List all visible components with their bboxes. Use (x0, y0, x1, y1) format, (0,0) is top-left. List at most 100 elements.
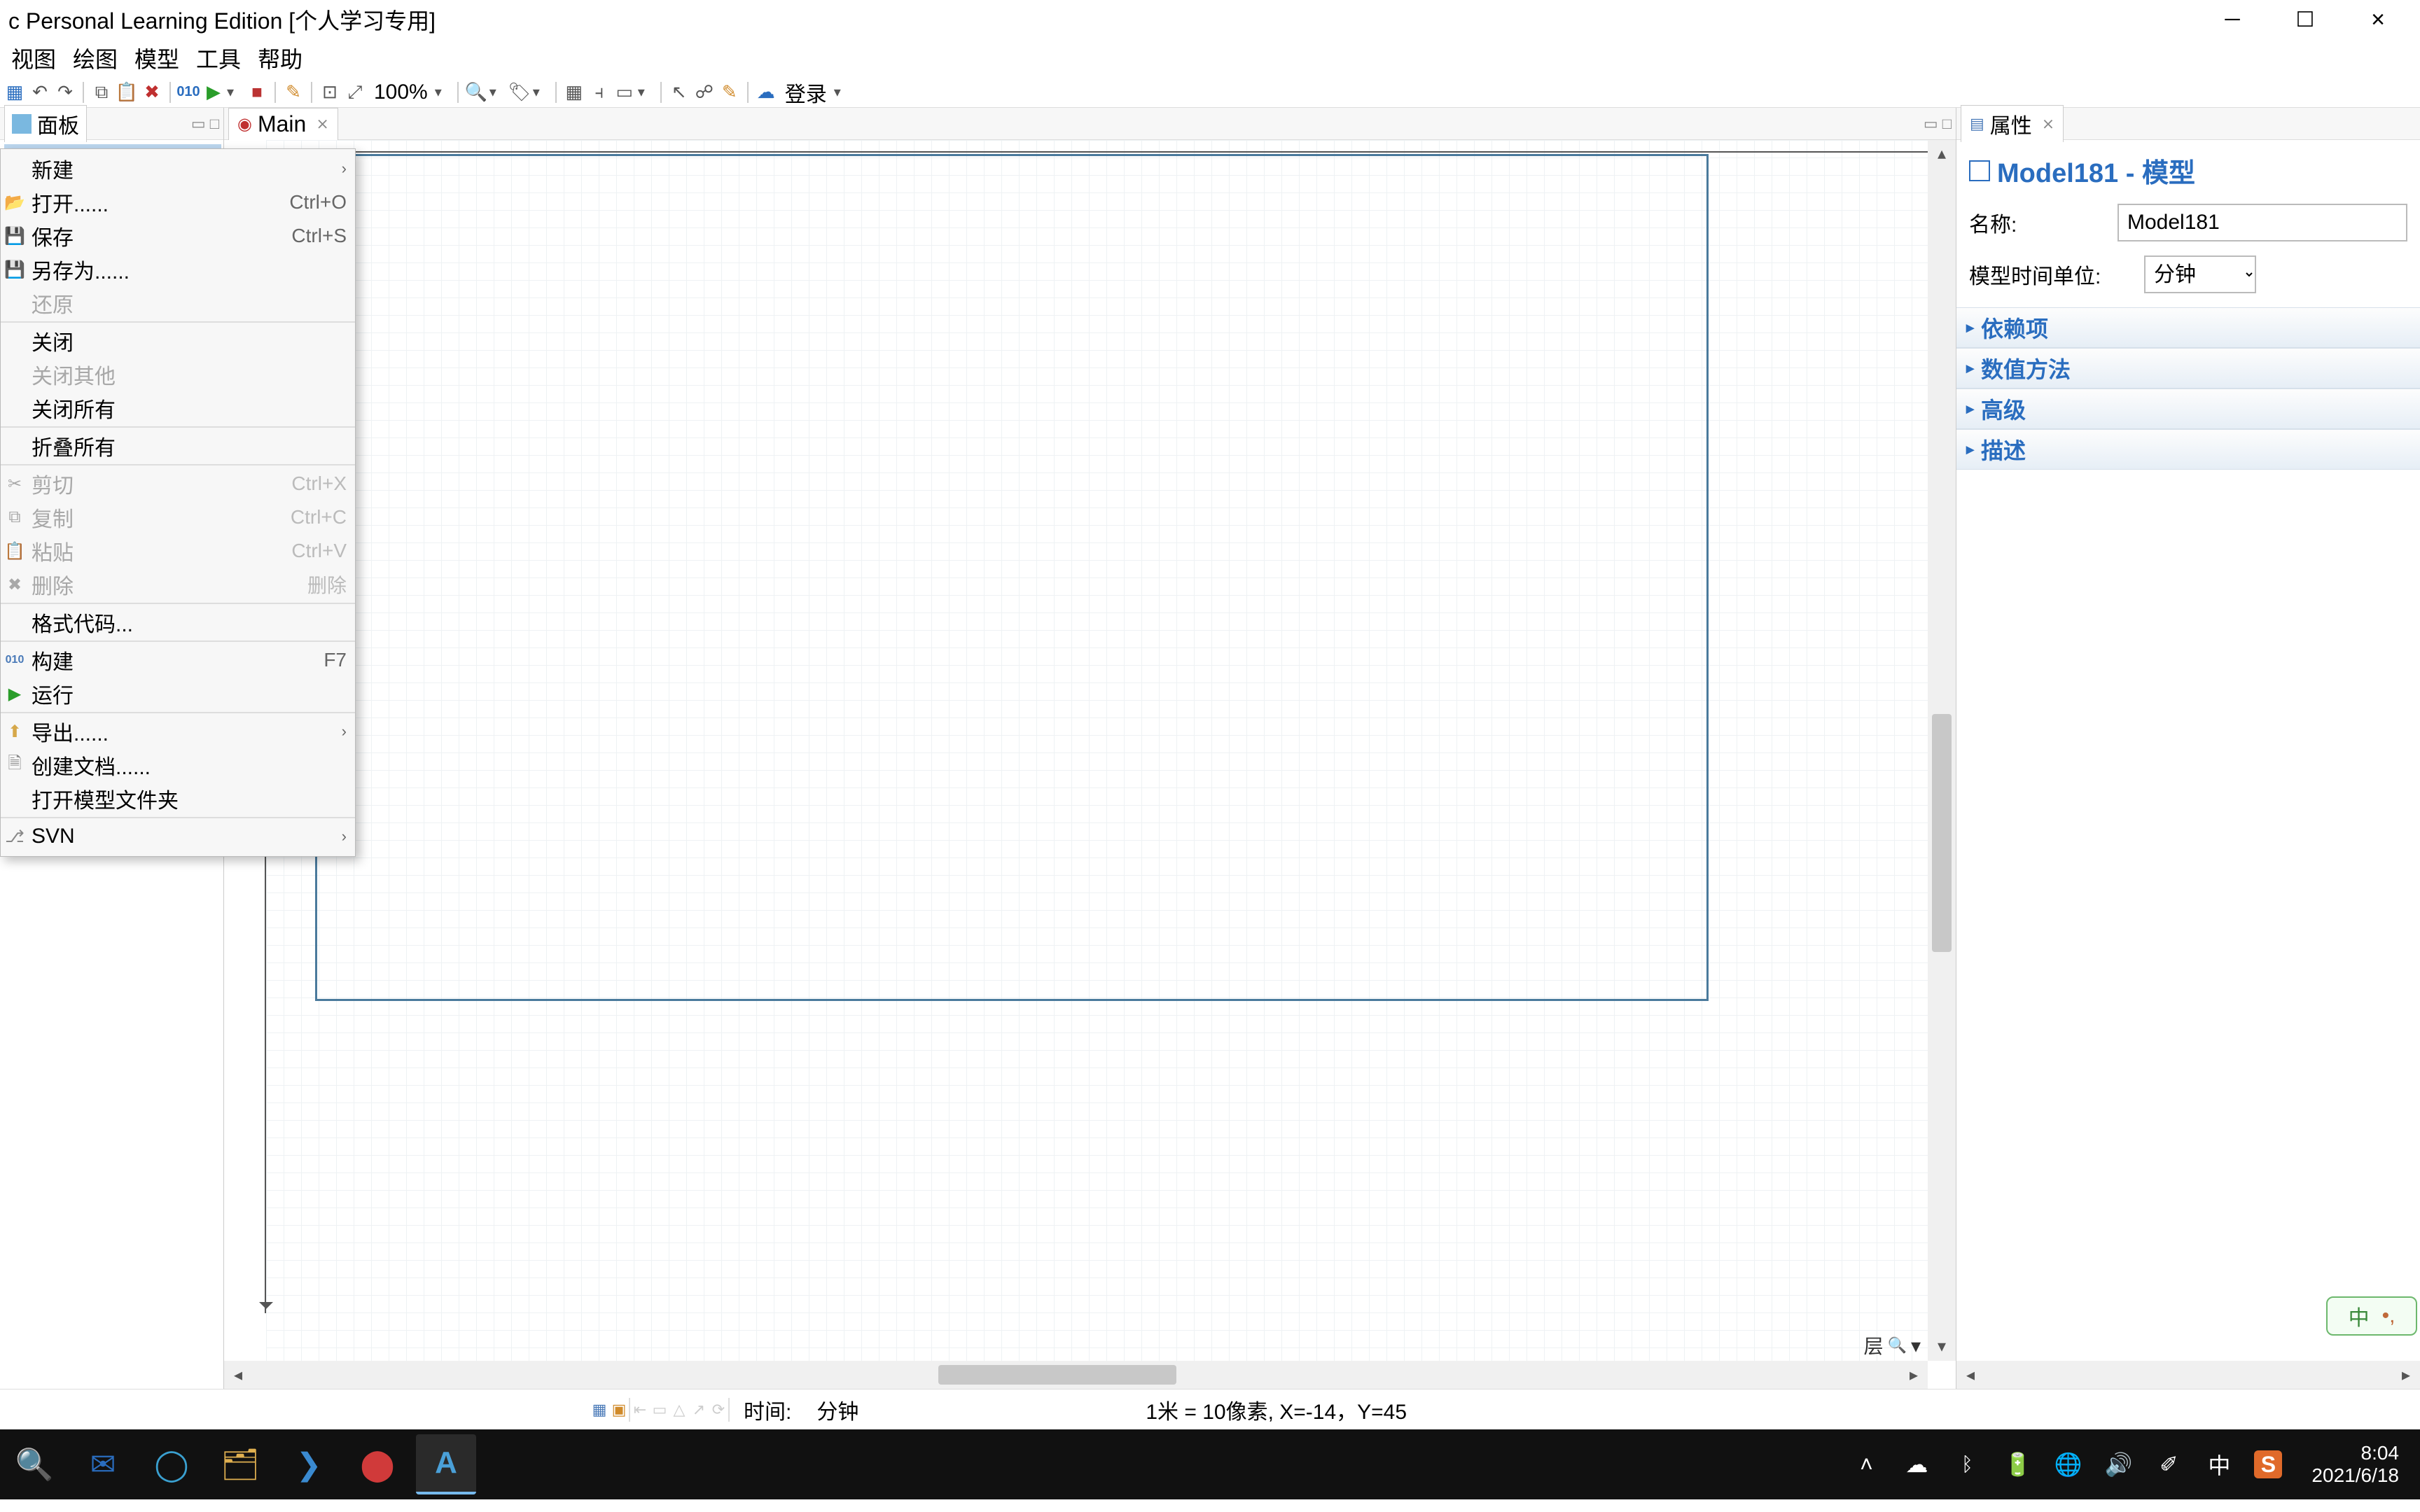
stop-icon[interactable]: ■ (245, 80, 269, 104)
minimize-panel-icon[interactable]: ▭ (191, 115, 206, 133)
canvas[interactable]: 层 🔍 ▾ ▴ ▾ ◂ ▸ (224, 140, 1956, 1389)
ctx-close[interactable]: 关闭 (1, 324, 355, 358)
scroll-left-icon[interactable]: ◂ (224, 1365, 252, 1385)
scroll-right-icon[interactable]: ▸ (2392, 1365, 2420, 1385)
horizontal-scrollbar[interactable]: ◂ ▸ (224, 1361, 1928, 1389)
taskbar-clock[interactable]: 8:04 2021/6/18 (2302, 1442, 2409, 1487)
ctx-new[interactable]: 新建 › (1, 152, 355, 186)
tray-battery-icon[interactable]: 🔋 (2002, 1449, 2033, 1480)
run-icon[interactable]: ▶ (202, 80, 225, 104)
search-icon[interactable]: 🔍 (464, 80, 488, 104)
paste-icon[interactable]: 📋 (115, 80, 139, 104)
ctx-save[interactable]: 💾 保存 Ctrl+S (1, 219, 355, 253)
tag-dropdown-icon[interactable]: ▾ (533, 83, 550, 101)
menu-tools[interactable]: 工具 (188, 38, 249, 78)
restore-panel-icon[interactable]: □ (210, 115, 219, 133)
ctx-svn[interactable]: ⎇ SVN › (1, 820, 355, 853)
ctx-run[interactable]: ▶ 运行 (1, 677, 355, 710)
edit-icon[interactable]: ✎ (281, 80, 305, 104)
undo-icon[interactable]: ↶ (28, 80, 52, 104)
scroll-down-icon[interactable]: ▾ (1938, 1333, 1946, 1361)
ctx-open-model-folder[interactable]: 打开模型文件夹 (1, 782, 355, 816)
layer-search-icon[interactable]: 🔍 (1888, 1336, 1907, 1354)
section-numeric[interactable]: ▸ 数值方法 (1956, 348, 2420, 388)
tag-icon[interactable]: 🏷 (508, 80, 531, 104)
taskbar-explorer[interactable]: 🗂 (210, 1434, 270, 1494)
section-description[interactable]: ▸ 描述 (1956, 429, 2420, 470)
ctx-create-doc[interactable]: 🗎 创建文档...... (1, 748, 355, 782)
scroll-left-icon[interactable]: ◂ (1956, 1365, 1984, 1385)
tray-overflow-icon[interactable]: ˄ (1851, 1449, 1882, 1480)
minimize-button[interactable]: ─ (2210, 6, 2255, 34)
close-tab-icon[interactable]: ⨯ (316, 115, 328, 133)
login-dropdown-icon[interactable]: ▾ (834, 83, 851, 101)
layer-control[interactable]: 层 🔍 ▾ (1864, 1331, 1921, 1359)
cloud-icon[interactable]: ☁ (754, 80, 778, 104)
tray-volume-icon[interactable]: 🔊 (2103, 1449, 2134, 1480)
build-icon[interactable]: 010 (176, 80, 200, 104)
tray-onedrive-icon[interactable]: ☁ (1901, 1449, 1932, 1480)
zoom-fit-icon[interactable]: ⤢ (343, 80, 367, 104)
tray-pen-icon[interactable]: ✐ (2153, 1449, 2184, 1480)
delete-icon[interactable]: ✖ (140, 80, 164, 104)
scroll-thumb[interactable] (1932, 714, 1952, 952)
new-icon[interactable]: ▦ (3, 80, 27, 104)
pointer-icon[interactable]: ↖ (667, 80, 691, 104)
taskbar-record[interactable]: ⬤ (347, 1434, 408, 1494)
maximize-editor-icon[interactable]: □ (1942, 115, 1952, 133)
prop-name-input[interactable] (2118, 204, 2407, 241)
section-advanced[interactable]: ▸ 高级 (1956, 388, 2420, 429)
scroll-up-icon[interactable]: ▴ (1938, 140, 1946, 168)
section-dependencies[interactable]: ▸ 依赖项 (1956, 307, 2420, 348)
login-link[interactable]: 登录 (779, 77, 833, 108)
vertical-scrollbar[interactable]: ▴ ▾ (1928, 140, 1956, 1361)
ime-indicator[interactable]: 中 •, (2326, 1296, 2417, 1336)
taskbar-arrow-app[interactable]: ❯ (279, 1434, 339, 1494)
close-window-button[interactable]: × (2356, 6, 2400, 34)
menu-draw[interactable]: 绘图 (64, 38, 126, 78)
copy-icon[interactable]: ⧉ (90, 80, 113, 104)
taskbar-search[interactable]: 🔍 (4, 1434, 64, 1494)
layout-dropdown-icon[interactable]: ▾ (638, 83, 655, 101)
tray-bluetooth-icon[interactable]: ᛒ (1952, 1449, 1982, 1480)
ctx-format-code[interactable]: 格式代码... (1, 606, 355, 639)
tray-ime-icon[interactable]: 中 (2204, 1449, 2234, 1480)
zoom-level[interactable]: 100% (368, 80, 433, 104)
align-icon[interactable]: ⫞ (587, 80, 611, 104)
ctx-save-as[interactable]: 💾 另存为...... (1, 253, 355, 286)
model-frame[interactable] (315, 154, 1709, 1001)
taskbar-anylogic[interactable]: A (416, 1434, 476, 1494)
status-icon-2[interactable]: ▣ (609, 1400, 629, 1420)
menu-view[interactable]: 视图 (3, 38, 64, 78)
tab-properties[interactable]: ▤ 属性 ⨯ (1961, 105, 2064, 142)
menu-model[interactable]: 模型 (126, 38, 188, 78)
prop-timeunit-select[interactable]: 分钟 (2144, 255, 2256, 293)
tray-sogou-icon[interactable]: S (2254, 1450, 2282, 1478)
close-tab-icon[interactable]: ⨯ (2042, 115, 2054, 133)
scroll-right-icon[interactable]: ▸ (1900, 1365, 1928, 1385)
search-dropdown-icon[interactable]: ▾ (489, 83, 506, 101)
connector-icon[interactable]: ☍ (693, 80, 716, 104)
zoom-reset-icon[interactable]: ⊡ (318, 80, 342, 104)
taskbar-edge[interactable]: ◯ (141, 1434, 202, 1494)
layout-icon[interactable]: ▭ (613, 80, 637, 104)
tray-network-icon[interactable]: 🌐 (2052, 1449, 2083, 1480)
layer-dropdown-icon[interactable]: ▾ (1911, 1334, 1921, 1357)
zoom-dropdown-icon[interactable]: ▾ (435, 83, 452, 101)
taskbar-outlook[interactable]: ✉ (73, 1434, 133, 1494)
ctx-open[interactable]: 📂 打开...... Ctrl+O (1, 186, 355, 219)
menu-help[interactable]: 帮助 (249, 38, 311, 78)
tab-panel[interactable]: 面板 (4, 105, 87, 142)
status-icon-1[interactable]: ▦ (590, 1400, 609, 1420)
ctx-close-all[interactable]: 关闭所有 (1, 391, 355, 425)
minimize-editor-icon[interactable]: ▭ (1924, 115, 1938, 133)
ctx-export[interactable]: ⬆ 导出...... › (1, 715, 355, 748)
highlight-icon[interactable]: ✎ (718, 80, 742, 104)
ctx-build[interactable]: 010 构建 F7 (1, 643, 355, 677)
grid-icon[interactable]: ▦ (562, 80, 586, 104)
ctx-collapse-all[interactable]: 折叠所有 (1, 429, 355, 463)
tab-main[interactable]: ◉ Main ⨯ (228, 108, 338, 140)
run-dropdown-icon[interactable]: ▾ (227, 83, 244, 101)
maximize-button[interactable]: ☐ (2283, 6, 2328, 34)
redo-icon[interactable]: ↷ (53, 80, 77, 104)
